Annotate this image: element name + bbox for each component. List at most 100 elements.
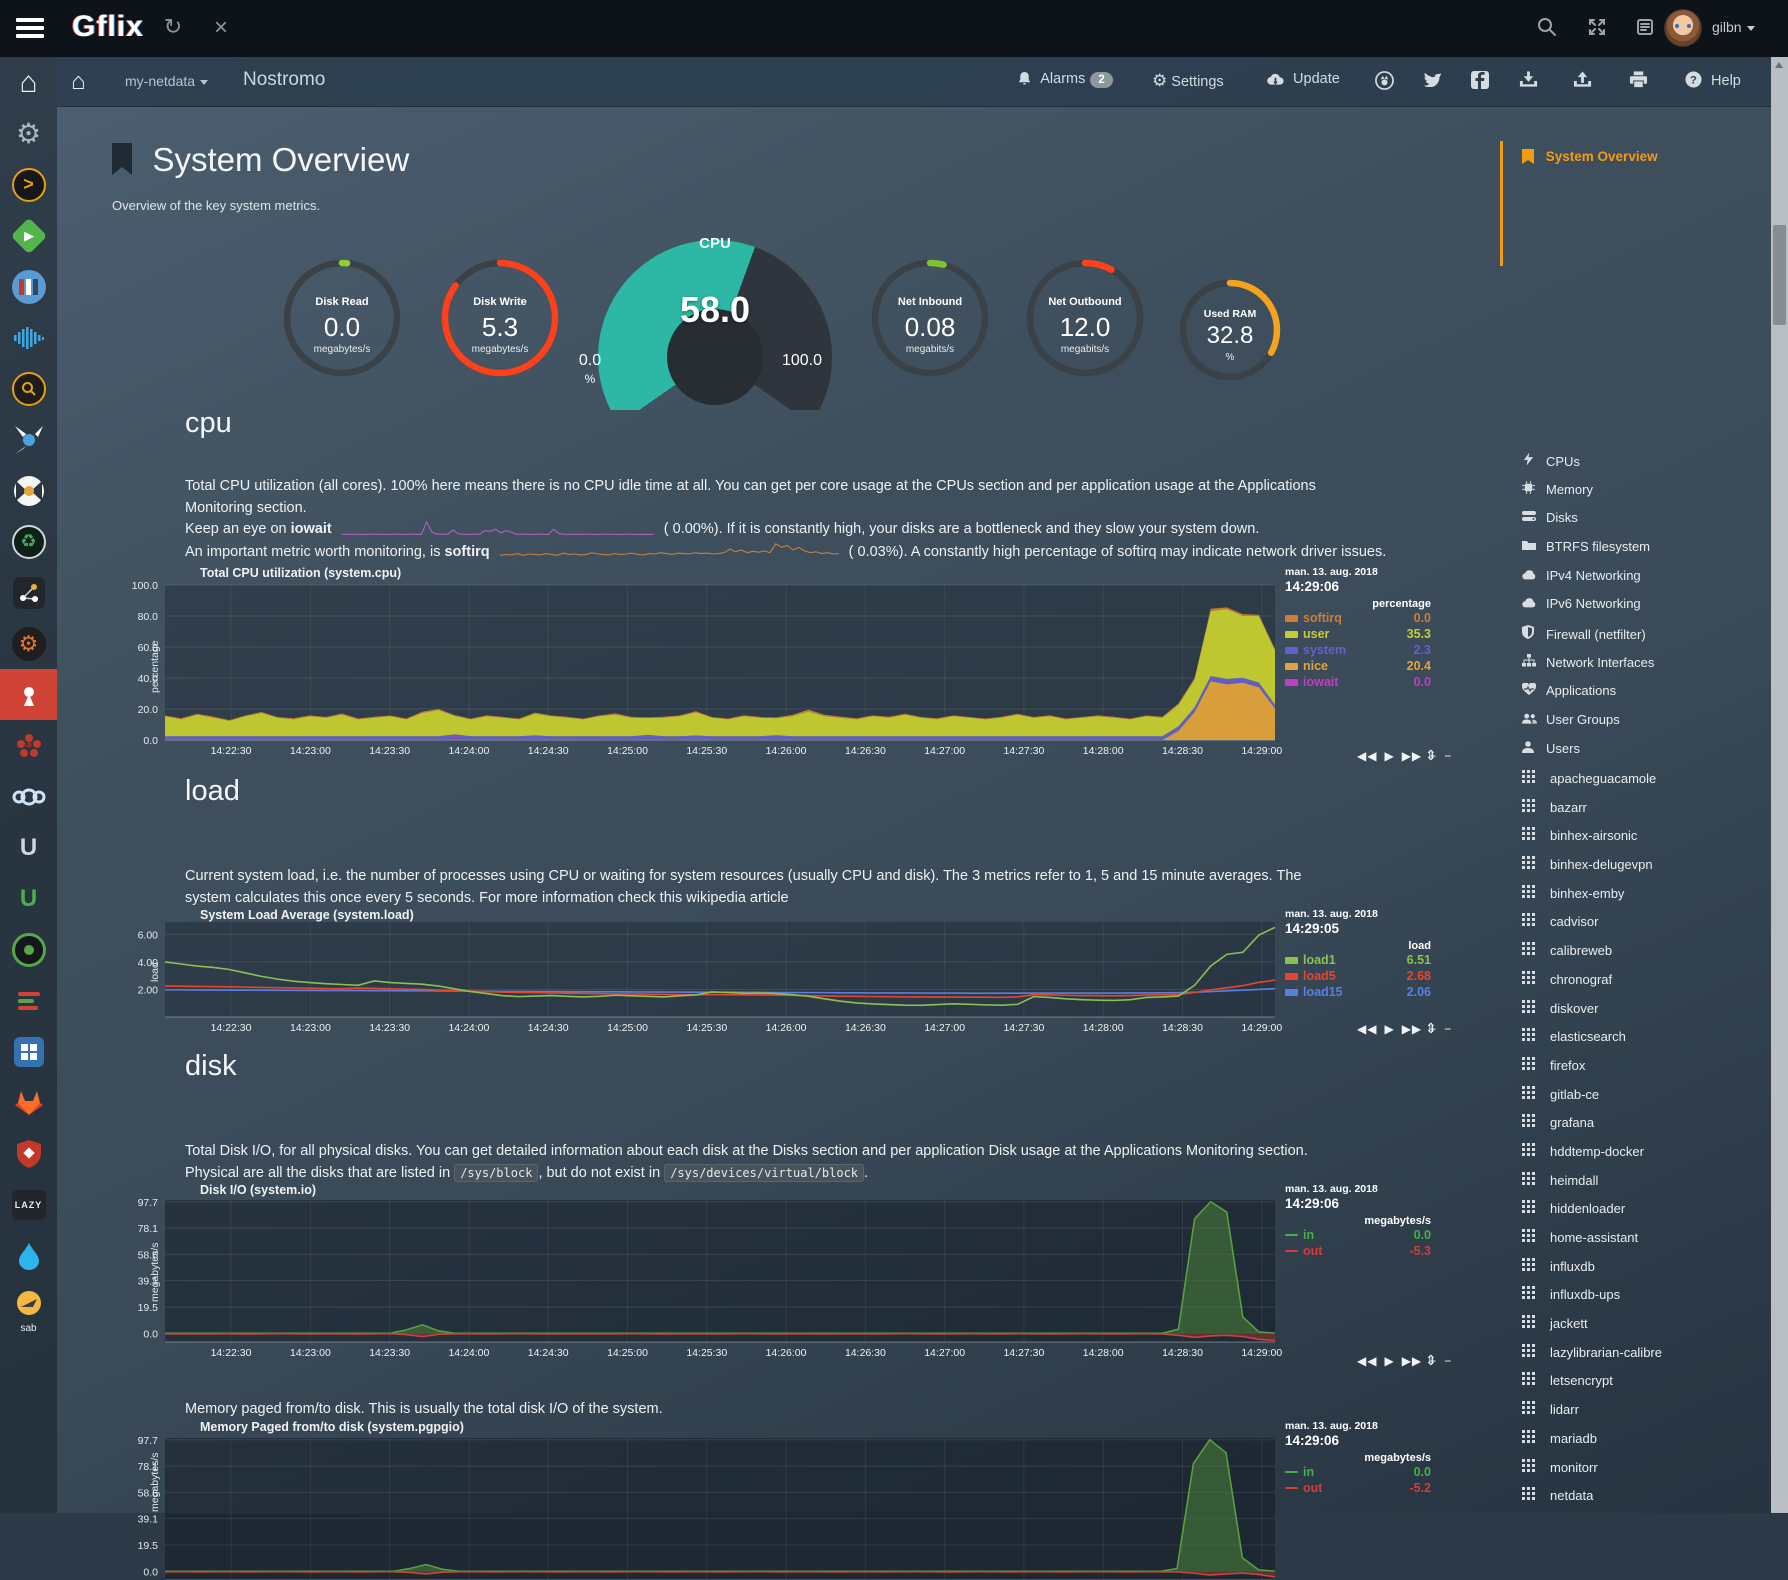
disk-chart[interactable]: 97.778.158.639.119.50.014:22:3014:23:001… (165, 1200, 1275, 1342)
twitter-icon[interactable] (1423, 71, 1447, 88)
facebook-icon[interactable] (1471, 71, 1494, 90)
scrollbar-up-arrow[interactable] (1775, 62, 1783, 68)
nav-app-item[interactable]: hiddenloader (1522, 1200, 1662, 1229)
nav-app-item[interactable]: influxdb-ups (1522, 1286, 1662, 1315)
red-shield-icon[interactable] (0, 1128, 57, 1179)
jackett-search-icon[interactable] (0, 363, 57, 414)
netdata-home-icon[interactable]: ⌂ (71, 68, 86, 96)
lazylibrarian-icon[interactable]: LAZY (0, 1179, 57, 1230)
nav-app-item[interactable]: gitlab-ce (1522, 1086, 1662, 1115)
iowait-sparkline[interactable] (342, 519, 654, 539)
nav-app-item[interactable]: binhex-airsonic (1522, 827, 1662, 856)
nav-app-item[interactable]: bazarr (1522, 799, 1662, 828)
nav-section-users[interactable]: Users (1522, 741, 1654, 770)
cpu-chart-toolbar[interactable]: ◀◀▶▶▶+− (1357, 749, 1459, 763)
nav-app-item[interactable]: diskover (1522, 1000, 1662, 1029)
sidebar-home-icon[interactable]: ⌂ (0, 57, 57, 108)
fullscreen-icon[interactable] (1582, 17, 1612, 43)
cpu-chart-resize-icon[interactable]: ⇕ (1425, 747, 1437, 764)
nav-app-item[interactable]: grafana (1522, 1114, 1662, 1143)
colored-bars-icon[interactable] (0, 975, 57, 1026)
nav-app-item[interactable]: elasticsearch (1522, 1028, 1662, 1057)
nav-section-btrfs[interactable]: BTRFS filesystem (1522, 539, 1654, 568)
nav-app-item[interactable]: netdata (1522, 1487, 1662, 1516)
cpu-chart[interactable]: 100.080.060.040.020.00.014:22:3014:23:00… (165, 585, 1275, 740)
nav-app-item[interactable]: hddtemp-docker (1522, 1143, 1662, 1172)
red-cluster-icon[interactable] (0, 720, 57, 771)
load-chart-resize-icon[interactable]: ⇕ (1425, 1020, 1437, 1037)
hamburger-menu-icon[interactable] (16, 18, 44, 38)
nav-app-item[interactable]: monitorr (1522, 1459, 1662, 1488)
nav-app-item[interactable]: mariadb (1522, 1430, 1662, 1459)
disk-chart-resize-icon[interactable]: ⇕ (1425, 1352, 1437, 1369)
nav-section-disks[interactable]: Disks (1522, 510, 1654, 539)
nav-app-item[interactable]: lidarr (1522, 1401, 1662, 1430)
gauge-disk-write[interactable]: Disk Write 5.3 megabytes/s (440, 258, 560, 378)
nav-app-item[interactable]: letsencrypt (1522, 1372, 1662, 1401)
nextcloud-icon[interactable] (0, 771, 57, 822)
nav-app-item[interactable]: apacheguacamole (1522, 770, 1662, 799)
close-icon[interactable]: × (206, 14, 236, 42)
softirq-sparkline[interactable] (500, 542, 839, 562)
gauge-used-ram[interactable]: Used RAM 32.8 % (1178, 278, 1282, 382)
alarms-button[interactable]: Alarms2 (1017, 71, 1113, 88)
nav-section-ipv6[interactable]: IPv6 Networking (1522, 596, 1654, 625)
node-graph-icon[interactable] (0, 567, 57, 618)
sabnzbd-icon[interactable]: sab (0, 1281, 57, 1332)
nav-section-cpus[interactable]: CPUs (1522, 452, 1654, 481)
host-dropdown[interactable]: my-netdata (125, 73, 208, 89)
gauge-net-outbound[interactable]: Net Outbound 12.0 megabits/s (1025, 258, 1145, 378)
scrollbar[interactable] (1771, 57, 1788, 1513)
books-library-icon[interactable] (0, 261, 57, 312)
nav-section-netif[interactable]: Network Interfaces (1522, 654, 1654, 683)
help-button[interactable]: ? Help (1685, 71, 1741, 89)
nav-section-user-groups[interactable]: User Groups (1522, 712, 1654, 741)
nav-app-item[interactable]: influxdb (1522, 1258, 1662, 1287)
recycle-green-icon[interactable]: ♻ (0, 516, 57, 567)
nav-app-item[interactable]: binhex-emby (1522, 885, 1662, 914)
download-icon[interactable] (1519, 71, 1543, 90)
gauge-net-inbound[interactable]: Net Inbound 0.08 megabits/s (870, 258, 990, 378)
nav-app-item[interactable]: firefox (1522, 1057, 1662, 1086)
water-drop-icon[interactable] (0, 1230, 57, 1281)
nav-app-item[interactable]: binhex-delugevpn (1522, 856, 1662, 885)
load-chart-toolbar[interactable]: ◀◀▶▶▶+− (1357, 1022, 1459, 1036)
refresh-icon[interactable]: ↻ (158, 14, 188, 40)
nav-section-applications[interactable]: Applications (1522, 683, 1654, 712)
sidebar-settings-gear-icon[interactable]: ⚙ (0, 108, 57, 159)
nav-system-overview[interactable]: System Overview (1522, 149, 1658, 164)
print-icon[interactable] (1629, 71, 1653, 90)
disk-chart-toolbar[interactable]: ◀◀▶▶▶+− (1357, 1354, 1459, 1368)
gitlab-fox-icon[interactable] (0, 1077, 57, 1128)
pgpgio-chart[interactable]: 97.778.158.639.119.50.014:22:3014:23:001… (165, 1438, 1275, 1580)
user-menu[interactable]: gilbn (1712, 19, 1755, 35)
load-chart[interactable]: 6.004.002.0014:22:3014:23:0014:23:3014:2… (165, 922, 1275, 1017)
nav-app-item[interactable]: chronograf (1522, 971, 1662, 1000)
nav-section-memory[interactable]: Memory (1522, 481, 1654, 510)
nav-app-item[interactable]: heimdall (1522, 1172, 1662, 1201)
emby-icon[interactable]: ▶ (0, 210, 57, 261)
search-icon[interactable] (1532, 17, 1562, 43)
github-icon[interactable] (1375, 71, 1399, 91)
x-blue-core-icon[interactable] (0, 414, 57, 465)
news-icon[interactable] (1630, 17, 1660, 43)
avatar[interactable] (1664, 9, 1702, 47)
nav-app-item[interactable]: calibreweb (1522, 942, 1662, 971)
update-button[interactable]: Update (1267, 71, 1340, 87)
bowtie-yellow-core-icon[interactable] (0, 465, 57, 516)
green-ring-icon[interactable] (0, 924, 57, 975)
nav-section-ipv4[interactable]: IPv4 Networking (1522, 568, 1654, 597)
nav-app-item[interactable]: lazylibrarian-calibre (1522, 1344, 1662, 1373)
grafana-icon[interactable]: ⚙ (0, 618, 57, 669)
plex-icon[interactable]: > (0, 159, 57, 210)
settings-button[interactable]: ⚙ Settings (1152, 71, 1224, 91)
nav-section-firewall[interactable]: Firewall (netfilter) (1522, 625, 1654, 654)
blue-window-icon[interactable] (0, 1026, 57, 1077)
upload-icon[interactable] (1573, 71, 1597, 90)
nav-app-item[interactable]: home-assistant (1522, 1229, 1662, 1258)
gauge-disk-read[interactable]: Disk Read 0.0 megabytes/s (282, 258, 402, 378)
airsonic-soundwave-icon[interactable] (0, 312, 57, 363)
nav-app-item[interactable]: jackett (1522, 1315, 1662, 1344)
magnet-u-gray-icon[interactable]: U (0, 822, 57, 873)
scrollbar-thumb[interactable] (1773, 225, 1786, 325)
